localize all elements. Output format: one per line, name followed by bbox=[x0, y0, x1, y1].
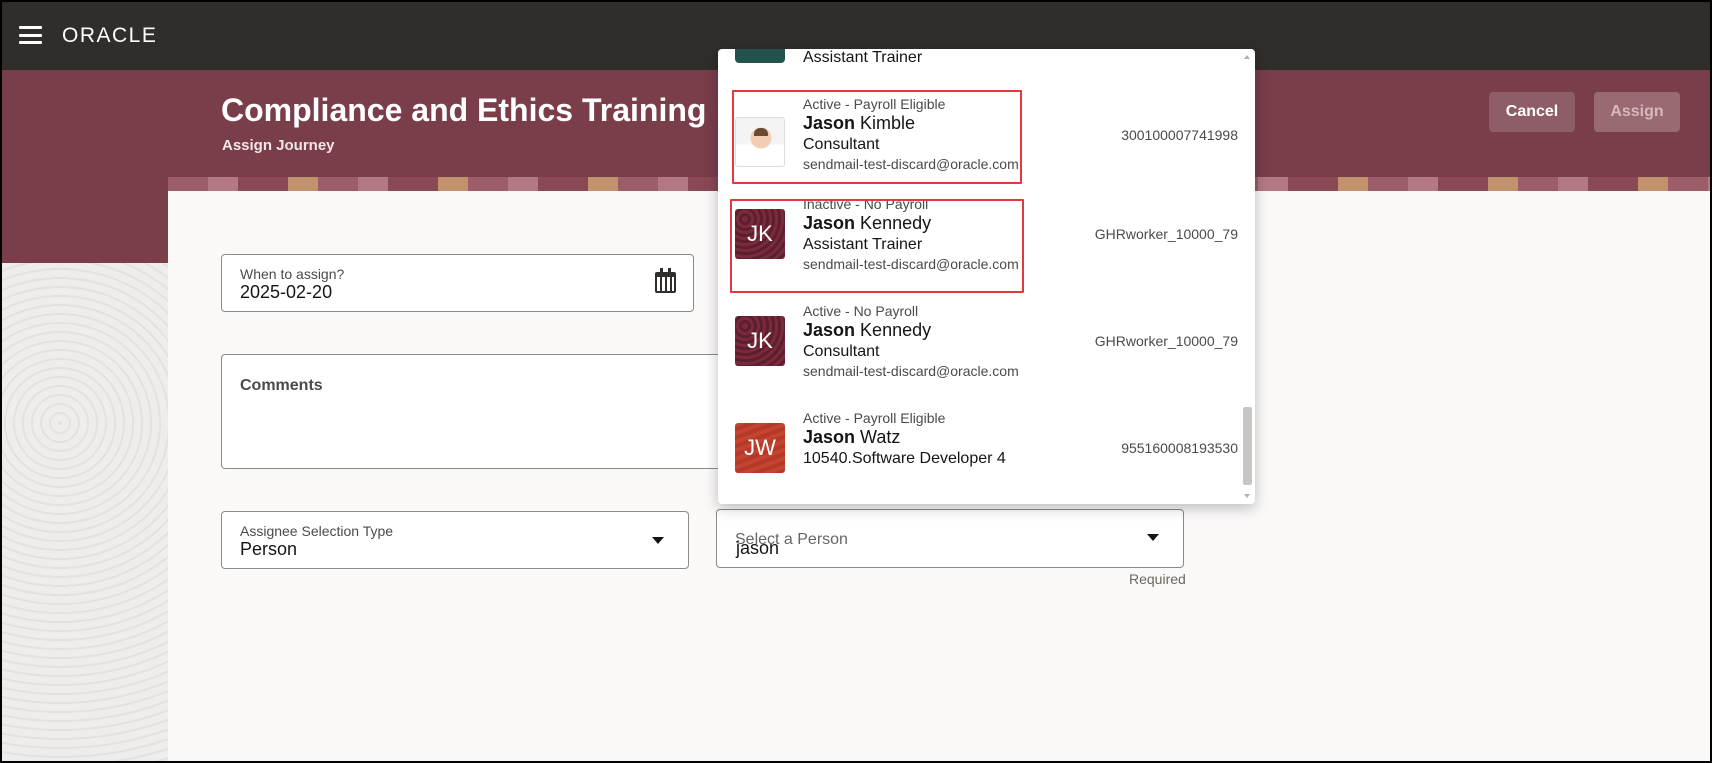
option-name: Jason Kennedy bbox=[803, 320, 932, 340]
option-job-title: Consultant bbox=[803, 343, 880, 360]
assign-button[interactable]: Assign bbox=[1594, 92, 1680, 132]
partial-option-title[interactable]: Assistant Trainer bbox=[803, 49, 922, 67]
option-email: sendmail-test-discard@oracle.com bbox=[803, 363, 1019, 379]
list-item[interactable]: JW Active - Payroll Eligible Jason Watz … bbox=[718, 410, 1238, 504]
avatar bbox=[735, 117, 785, 167]
person-search-results: Assistant Trainer Active - Payroll Eligi… bbox=[718, 49, 1255, 504]
option-email: sendmail-test-discard@oracle.com bbox=[803, 256, 1019, 272]
option-email: sendmail-test-discard@oracle.com bbox=[803, 156, 1019, 172]
select-person-field[interactable]: Select a Person jason bbox=[716, 509, 1184, 568]
list-item[interactable]: JK Active - No Payroll Jason Kennedy Con… bbox=[718, 303, 1238, 407]
when-to-assign-field[interactable]: When to assign? 2025-02-20 bbox=[221, 254, 694, 312]
avatar: JW bbox=[735, 423, 785, 473]
avatar: JK bbox=[735, 316, 785, 366]
assignee-type-value: Person bbox=[240, 539, 298, 559]
when-to-assign-label: When to assign? bbox=[240, 266, 345, 282]
comments-label: Comments bbox=[240, 377, 323, 394]
when-to-assign-value[interactable]: 2025-02-20 bbox=[240, 282, 332, 303]
option-job-title: 10540.Software Developer 4 bbox=[803, 450, 1006, 467]
option-status: Active - Payroll Eligible bbox=[803, 410, 946, 426]
chevron-down-icon[interactable] bbox=[1147, 534, 1159, 541]
option-id: GHRworker_10000_79 bbox=[1094, 226, 1238, 242]
option-name: Jason Kimble bbox=[803, 113, 916, 133]
scroll-thumb[interactable] bbox=[1243, 407, 1252, 485]
hamburger-menu-icon[interactable] bbox=[19, 26, 42, 44]
chevron-down-icon[interactable] bbox=[652, 537, 664, 544]
option-id: 300100007741998 bbox=[1121, 127, 1238, 143]
oracle-logo: ORACLE bbox=[62, 24, 158, 47]
option-id: GHRworker_10000_79 bbox=[1094, 333, 1238, 349]
scroll-down-icon[interactable] bbox=[1244, 494, 1250, 498]
cancel-button[interactable]: Cancel bbox=[1489, 92, 1575, 132]
option-status: Active - No Payroll bbox=[803, 303, 919, 319]
background-pattern bbox=[0, 263, 168, 763]
option-status: Inactive - No Payroll bbox=[803, 196, 929, 212]
page-title: Compliance and Ethics Training bbox=[221, 92, 707, 128]
page-subtitle: Assign Journey bbox=[222, 137, 335, 154]
list-item[interactable]: Active - Payroll Eligible Jason Kimble C… bbox=[718, 89, 1238, 193]
option-job-title: Assistant Trainer bbox=[803, 236, 923, 253]
calendar-icon[interactable] bbox=[655, 268, 676, 293]
avatar: JK bbox=[735, 209, 785, 259]
option-name: Jason Kennedy bbox=[803, 213, 932, 233]
list-item[interactable]: JK Inactive - No Payroll Jason Kennedy A… bbox=[718, 196, 1238, 300]
scroll-up-icon[interactable] bbox=[1244, 55, 1250, 59]
avatar bbox=[735, 49, 785, 63]
assignee-type-label: Assignee Selection Type bbox=[240, 523, 394, 539]
required-hint: Required bbox=[1129, 571, 1186, 587]
comments-field[interactable]: Comments bbox=[221, 354, 721, 469]
option-name: Jason Watz bbox=[803, 427, 901, 447]
option-id: 955160008193530 bbox=[1121, 440, 1238, 456]
assignee-selection-type-select[interactable]: Assignee Selection Type Person bbox=[221, 511, 689, 569]
scrollbar[interactable] bbox=[1241, 49, 1253, 504]
select-person-input-value[interactable]: jason bbox=[736, 538, 779, 559]
option-status: Active - Payroll Eligible bbox=[803, 96, 946, 112]
option-job-title: Consultant bbox=[803, 136, 880, 153]
